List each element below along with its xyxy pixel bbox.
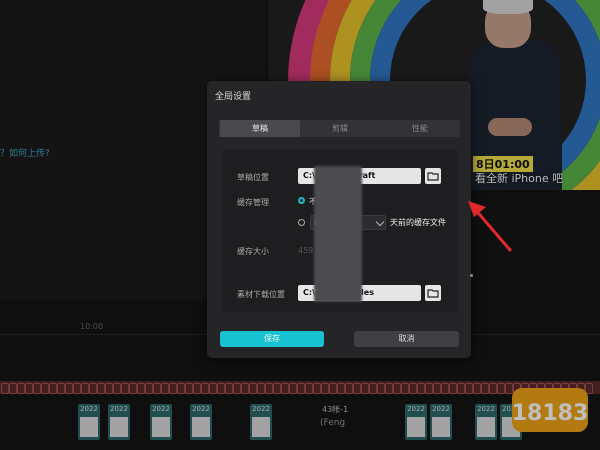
save-button[interactable]: 保存 bbox=[220, 331, 324, 347]
annotation-arrow-icon bbox=[468, 201, 512, 252]
material-download-label: 素材下载位置 bbox=[237, 290, 285, 299]
cancel-button[interactable]: 取消 bbox=[354, 331, 459, 347]
draft-location-label: 草稿位置 bbox=[237, 173, 269, 182]
tab-draft[interactable]: 草稿 bbox=[220, 120, 300, 137]
tab-performance[interactable]: 性能 bbox=[380, 120, 460, 137]
material-folder-button[interactable] bbox=[425, 285, 441, 301]
cache-size-label: 缓存大小 bbox=[237, 247, 269, 256]
draft-folder-button[interactable] bbox=[425, 168, 441, 184]
dialog-title: 全局设置 bbox=[215, 92, 252, 102]
folder-icon bbox=[427, 289, 439, 298]
folder-icon bbox=[427, 172, 439, 181]
tab-edit[interactable]: 剪辑 bbox=[300, 120, 380, 137]
cache-option-2-radio[interactable] bbox=[298, 219, 305, 226]
privacy-blur bbox=[314, 166, 362, 302]
indicator-dot bbox=[470, 274, 473, 277]
cache-option-2-label: 天前的缓存文件 bbox=[390, 218, 446, 227]
cache-option-1-radio[interactable] bbox=[298, 197, 305, 204]
cache-size-value: 459 bbox=[298, 246, 314, 255]
cache-management-label: 缓存管理 bbox=[237, 198, 269, 207]
